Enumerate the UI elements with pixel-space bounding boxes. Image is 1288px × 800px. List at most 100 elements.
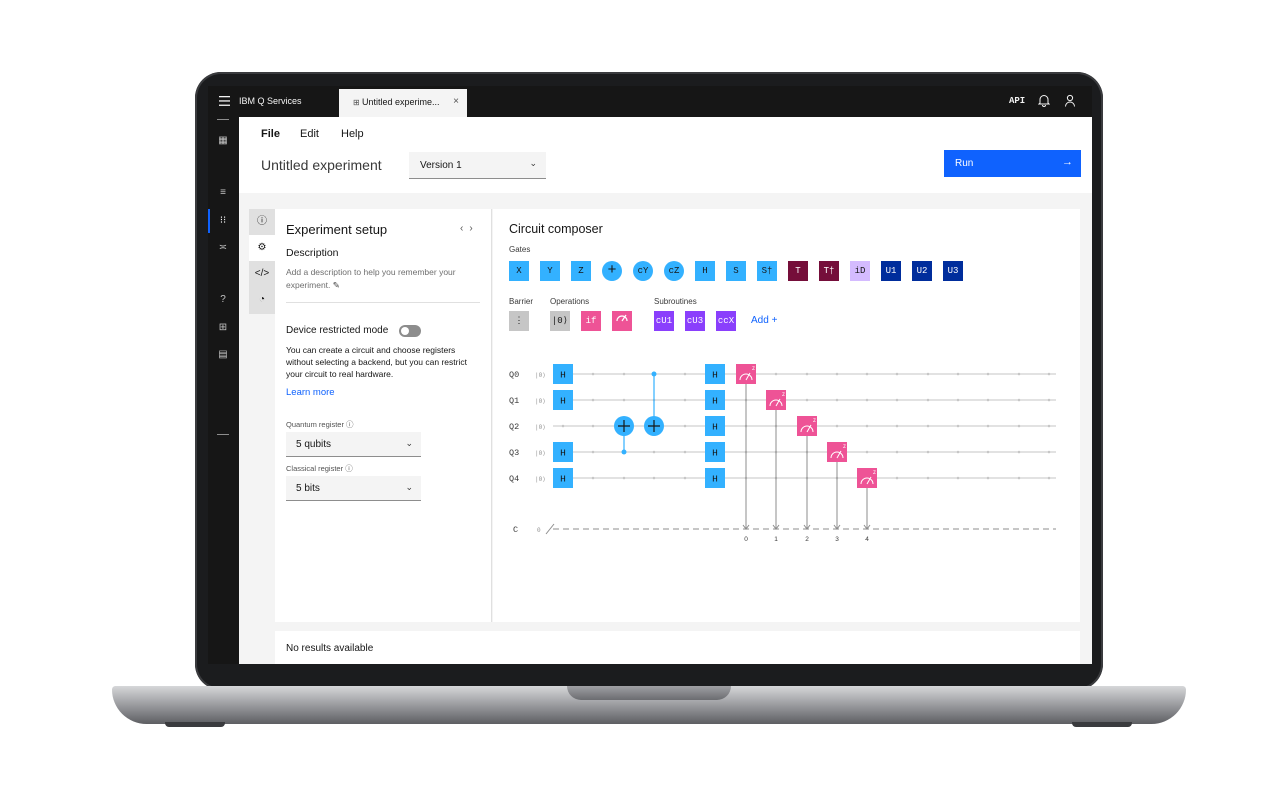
qubit-init-label: |0⟩ (535, 372, 546, 379)
wire-slot-dot (865, 450, 869, 454)
wire-slot-dot (683, 398, 687, 402)
wire-slot-dot (835, 398, 839, 402)
panel-nav-arrows-icon[interactable]: ‹› (460, 223, 479, 234)
chevron-down-icon: ⌄ (405, 438, 413, 448)
circuit-nav-icon[interactable]: ≍ (217, 242, 229, 254)
wire-slot-dot (895, 450, 899, 454)
tab-label: Untitled experime... (361, 97, 440, 107)
experiment-title[interactable]: Untitled experiment (261, 157, 382, 173)
measure-basis-label: z (752, 366, 755, 372)
classical-bit-label: 1 (774, 536, 778, 543)
info-icon[interactable]: ⓘ (249, 209, 275, 235)
wire-slot-dot (986, 476, 990, 480)
wire-slot-dot (895, 372, 899, 376)
wire-slot-dot (591, 476, 595, 480)
info-small-icon[interactable]: ⓘ (346, 420, 354, 429)
no-results-text: No results available (286, 643, 374, 654)
arrow-right-icon: → (1062, 156, 1073, 168)
h-gate-label: H (560, 370, 566, 381)
wire-slot-dot (926, 372, 930, 376)
setup-tool-strip: ⓘ ⚙ </> ◔ (249, 209, 275, 314)
wire-slot-dot (774, 372, 778, 376)
qubit-label-q0: Q0 (509, 370, 519, 380)
apps-icon[interactable]: ⊞ (217, 322, 229, 334)
version-dropdown[interactable]: Version 1 ⌄ (409, 152, 546, 179)
qubit-init-label: |0⟩ (535, 424, 546, 431)
hamburger-menu-icon[interactable] (219, 96, 230, 106)
code-icon[interactable]: </> (249, 261, 275, 287)
measure-basis-label: z (873, 470, 876, 476)
qubit-label-q4: Q4 (509, 474, 519, 484)
classical-register-dropdown[interactable]: 5 bits ⌄ (286, 476, 421, 501)
run-button[interactable]: Run → (944, 150, 1081, 177)
wire-slot-dot (835, 372, 839, 376)
qubit-label-q2: Q2 (509, 422, 519, 432)
user-icon[interactable] (1064, 94, 1076, 107)
cnot-control-dot (651, 371, 657, 377)
experiment-setup-panel: Experiment setup ‹› Description Add a de… (275, 209, 492, 622)
device-restricted-mode-toggle[interactable] (399, 325, 421, 337)
chevron-down-icon: ⌄ (405, 482, 413, 492)
nav-divider (217, 119, 229, 120)
menu-edit[interactable]: Edit (300, 128, 319, 140)
wire-slot-dot (1017, 424, 1021, 428)
gauge-icon[interactable]: ◔ (249, 287, 275, 313)
wire-slot-dot (805, 398, 809, 402)
h-gate-label: H (712, 370, 718, 381)
wire-slot-dot (805, 372, 809, 376)
document-icon[interactable]: ▤ (217, 349, 229, 361)
settings-icon[interactable]: ⚙ (249, 235, 275, 261)
circuit-diagram[interactable]: Q0 |0⟩ Q1 |0⟩ Q2 |0⟩ Q3 |0⟩ Q4 |0⟩ C 0 H H H H H H H H H 0 z 1 z… (493, 209, 1080, 622)
wire-slot-dot (683, 450, 687, 454)
wire-slot-dot (1017, 398, 1021, 402)
wire-slot-dot (865, 424, 869, 428)
wire-slot-dot (591, 372, 595, 376)
classical-bit-label: 3 (835, 536, 839, 543)
learn-more-link[interactable]: Learn more (286, 387, 335, 398)
composer-nav-icon[interactable]: ⁝⁝ (217, 215, 229, 227)
classical-bit-label: 2 (805, 536, 809, 543)
description-text[interactable]: Add a description to help you remember y… (286, 266, 471, 292)
wire-slot-dot (1047, 424, 1051, 428)
h-gate-label: H (712, 474, 718, 485)
tab-close-icon[interactable]: × (453, 96, 459, 107)
dashboard-icon[interactable]: ▦ (217, 135, 229, 147)
wire-slot-dot (683, 476, 687, 480)
help-icon[interactable]: ? (217, 294, 229, 306)
wire-slot-dot (926, 398, 930, 402)
wire-slot-dot (652, 476, 656, 480)
quantum-register-label: Quantum register ⓘ (286, 420, 354, 429)
device-mode-help-text: You can create a circuit and choose regi… (286, 345, 467, 379)
description-heading: Description (286, 247, 339, 259)
wire-slot-dot (865, 372, 869, 376)
wire-slot-dot (926, 450, 930, 454)
qubit-init-label: |0⟩ (535, 450, 546, 457)
wire-slot-dot (1017, 450, 1021, 454)
measure-basis-label: z (813, 418, 816, 424)
wire-slot-dot (1017, 476, 1021, 480)
api-button[interactable]: API (1009, 96, 1025, 106)
screen: IBM Q Services ⊞ Untitled experime... × … (208, 86, 1092, 664)
wire-slot-dot (986, 372, 990, 376)
menu-file[interactable]: File (261, 128, 280, 140)
classical-bundle-slash (545, 523, 555, 535)
results-panel: No results available (275, 631, 1080, 664)
list-icon[interactable]: ≡ (217, 187, 229, 199)
wire-slot-dot (926, 476, 930, 480)
wire-slot-dot (622, 476, 626, 480)
wire-slot-dot (986, 424, 990, 428)
wire-slot-dot (561, 424, 565, 428)
tab-untitled-experiment[interactable]: ⊞ Untitled experime... × (339, 89, 467, 117)
notification-bell-icon[interactable] (1038, 94, 1050, 107)
edit-pencil-icon[interactable]: ✎ (333, 280, 340, 290)
h-gate-label: H (712, 396, 718, 407)
menu-help[interactable]: Help (341, 128, 364, 140)
chevron-down-icon: ⌄ (529, 158, 537, 168)
quantum-register-dropdown[interactable]: 5 qubits ⌄ (286, 432, 421, 457)
qubit-init-label: |0⟩ (535, 476, 546, 483)
brand-name[interactable]: IBM Q Services (239, 96, 302, 106)
info-small-icon[interactable]: ⓘ (345, 464, 353, 473)
setup-title: Experiment setup (286, 222, 388, 237)
classical-bit-label: 0 (744, 536, 748, 543)
classical-label: C (513, 525, 518, 535)
